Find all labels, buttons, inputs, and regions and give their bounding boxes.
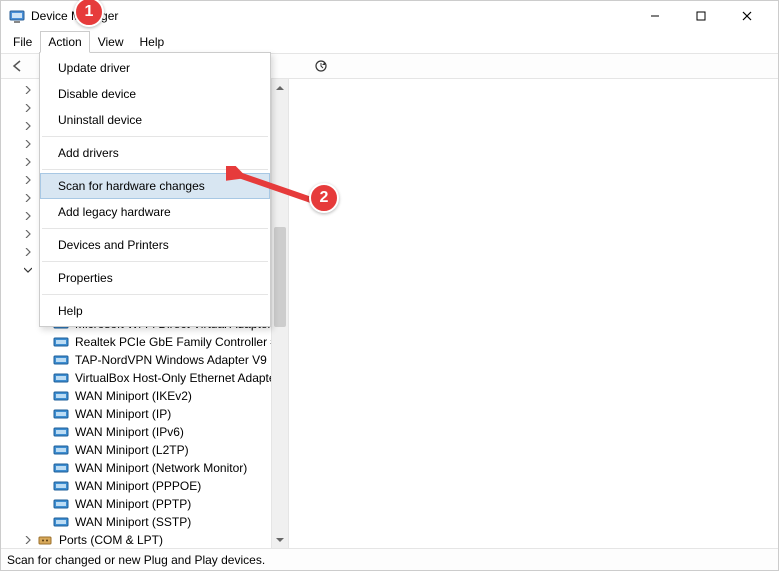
- back-button[interactable]: [7, 55, 29, 77]
- tree-item[interactable]: VirtualBox Host-Only Ethernet Adapter: [7, 369, 288, 387]
- tree-item-label: VirtualBox Host-Only Ethernet Adapter: [73, 369, 282, 387]
- scroll-thumb[interactable]: [274, 227, 286, 327]
- tree-item[interactable]: Realtek PCIe GbE Family Controller #2: [7, 333, 288, 351]
- chevron-right-icon[interactable]: [21, 83, 35, 97]
- tree-item-label: Ports (COM & LPT): [57, 531, 165, 548]
- tree-item-label: WAN Miniport (L2TP): [73, 441, 191, 459]
- annotation-arrow-icon: [226, 166, 321, 211]
- scroll-down-icon[interactable]: [272, 531, 288, 548]
- tree-item-label: Realtek PCIe GbE Family Controller #2: [73, 333, 286, 351]
- menu-devices-printers[interactable]: Devices and Printers: [40, 232, 270, 258]
- menu-help[interactable]: Help: [132, 31, 173, 53]
- menu-separator: [42, 136, 268, 137]
- status-text: Scan for changed or new Plug and Play de…: [7, 553, 265, 567]
- tree-item-label: WAN Miniport (IKEv2): [73, 387, 194, 405]
- menu-update-driver[interactable]: Update driver: [40, 55, 270, 81]
- tree-item[interactable]: WAN Miniport (IP): [7, 405, 288, 423]
- refresh-button[interactable]: [310, 55, 332, 77]
- network-adapter-icon: [53, 426, 69, 439]
- network-adapter-icon: [53, 498, 69, 511]
- menu-disable-device[interactable]: Disable device: [40, 81, 270, 107]
- tree-item[interactable]: WAN Miniport (PPTP): [7, 495, 288, 513]
- tree-item-label: WAN Miniport (SSTP): [73, 513, 193, 531]
- ports-icon: [37, 534, 53, 547]
- tree-item[interactable]: TAP-NordVPN Windows Adapter V9: [7, 351, 288, 369]
- menu-separator: [42, 228, 268, 229]
- network-adapter-icon: [53, 354, 69, 367]
- tree-item[interactable]: WAN Miniport (IKEv2): [7, 387, 288, 405]
- network-adapter-icon: [53, 390, 69, 403]
- chevron-right-icon[interactable]: [21, 173, 35, 187]
- statusbar: Scan for changed or new Plug and Play de…: [1, 548, 778, 570]
- app-icon: [9, 8, 25, 24]
- chevron-right-icon[interactable]: [21, 191, 35, 205]
- vertical-scrollbar[interactable]: [271, 79, 288, 548]
- network-adapter-icon: [53, 444, 69, 457]
- tree-category-ports[interactable]: Ports (COM & LPT): [7, 531, 288, 548]
- menubar: File Action View Help: [1, 31, 778, 53]
- menu-view[interactable]: View: [90, 31, 132, 53]
- tree-item-label: WAN Miniport (Network Monitor): [73, 459, 249, 477]
- chevron-right-icon[interactable]: [21, 119, 35, 133]
- chevron-right-icon[interactable]: [21, 155, 35, 169]
- menu-uninstall-device[interactable]: Uninstall device: [40, 107, 270, 133]
- scroll-up-icon[interactable]: [272, 79, 288, 96]
- minimize-button[interactable]: [632, 1, 678, 31]
- tree-item[interactable]: WAN Miniport (SSTP): [7, 513, 288, 531]
- menu-add-drivers[interactable]: Add drivers: [40, 140, 270, 166]
- tree-item[interactable]: WAN Miniport (L2TP): [7, 441, 288, 459]
- window-controls: [632, 1, 770, 31]
- tree-item-label: WAN Miniport (IPv6): [73, 423, 186, 441]
- chevron-right-icon[interactable]: [21, 137, 35, 151]
- tree-item-label: TAP-NordVPN Windows Adapter V9: [73, 351, 269, 369]
- tree-item[interactable]: WAN Miniport (Network Monitor): [7, 459, 288, 477]
- network-adapter-icon: [53, 516, 69, 529]
- scroll-track[interactable]: [272, 96, 288, 531]
- network-adapter-icon: [53, 408, 69, 421]
- tree-item[interactable]: WAN Miniport (PPPOE): [7, 477, 288, 495]
- network-adapter-icon: [53, 336, 69, 349]
- chevron-right-icon[interactable]: [21, 245, 35, 259]
- detail-pane: [289, 79, 778, 548]
- chevron-right-icon[interactable]: [21, 209, 35, 223]
- menu-separator: [42, 261, 268, 262]
- titlebar: Device Manager: [1, 1, 778, 31]
- tree-item-label: WAN Miniport (PPPOE): [73, 477, 203, 495]
- chevron-right-icon[interactable]: [21, 227, 35, 241]
- chevron-right-icon[interactable]: [21, 533, 35, 547]
- menu-action[interactable]: Action: [40, 31, 89, 53]
- network-adapter-icon: [53, 372, 69, 385]
- menu-help-item[interactable]: Help: [40, 298, 270, 324]
- network-adapter-icon: [53, 480, 69, 493]
- annotation-badge-2: 2: [309, 183, 339, 213]
- menu-properties[interactable]: Properties: [40, 265, 270, 291]
- chevron-down-icon[interactable]: [21, 263, 35, 277]
- maximize-button[interactable]: [678, 1, 724, 31]
- tree-item[interactable]: WAN Miniport (IPv6): [7, 423, 288, 441]
- menu-file[interactable]: File: [5, 31, 40, 53]
- close-button[interactable]: [724, 1, 770, 31]
- tree-item-label: WAN Miniport (PPTP): [73, 495, 193, 513]
- tree-item-label: WAN Miniport (IP): [73, 405, 173, 423]
- network-adapter-icon: [53, 462, 69, 475]
- window-title: Device Manager: [31, 9, 632, 23]
- menu-separator: [42, 294, 268, 295]
- chevron-right-icon[interactable]: [21, 101, 35, 115]
